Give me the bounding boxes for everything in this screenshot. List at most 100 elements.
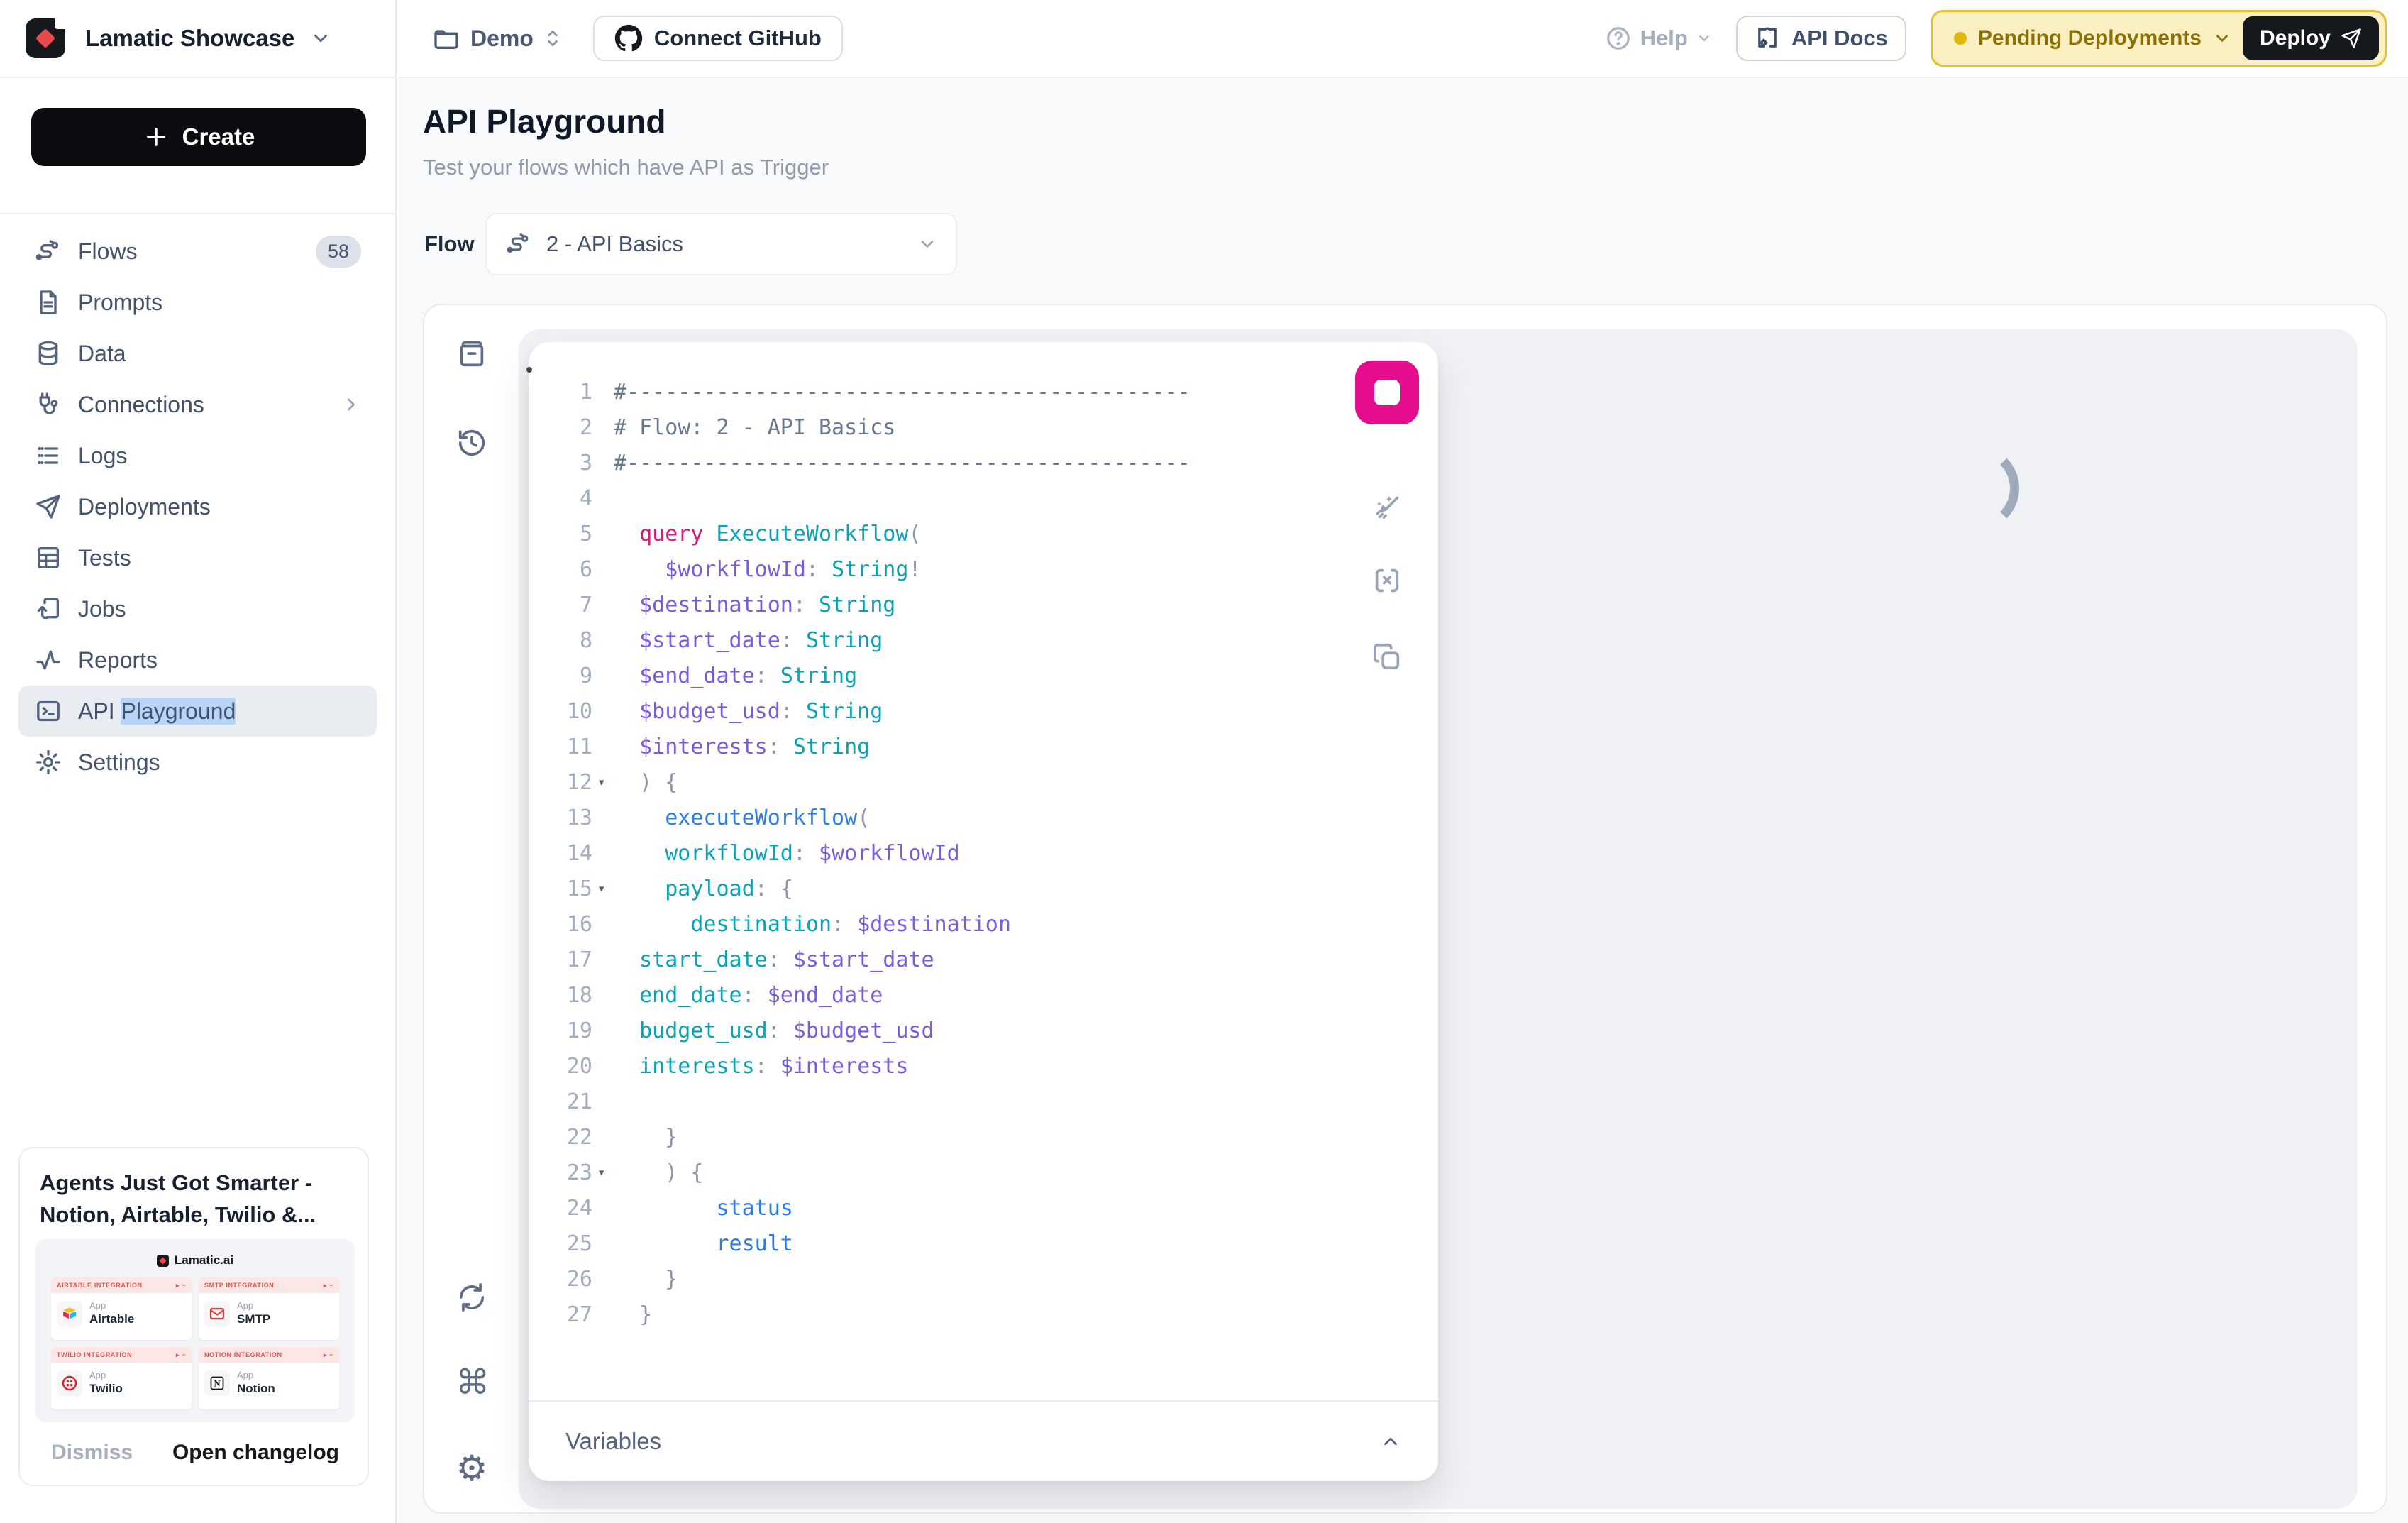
code-line[interactable]: 10 $budget_usd: String [529, 693, 1332, 729]
code-line[interactable]: 17 start_date: $start_date [529, 942, 1332, 977]
code-line[interactable]: 18 end_date: $end_date [529, 977, 1332, 1013]
sidebar-item-connections[interactable]: Connections [18, 379, 377, 430]
promo-card-name: Twilio [89, 1382, 123, 1396]
plug-icon [34, 390, 62, 419]
refresh-icon[interactable] [455, 1281, 488, 1314]
flow-select-value: 2 - API Basics [546, 231, 683, 257]
code-line[interactable]: 5 query ExecuteWorkflow( [529, 516, 1332, 551]
variables-section[interactable]: Variables [529, 1400, 1438, 1481]
code-line[interactable]: 16 destination: $destination [529, 906, 1332, 942]
promo-app-grid: AIRTABLE INTEGRATION▸ − AppAirtable SMTP… [35, 1277, 355, 1409]
sidebar: Create Flows 58 Prompts Data Connections… [0, 78, 397, 1523]
connect-github-button[interactable]: Connect GitHub [593, 16, 843, 61]
code-line[interactable]: 2# Flow: 2 - API Basics [529, 409, 1332, 445]
chevron-down-icon [1696, 31, 1712, 46]
code-line[interactable]: 15▾ payload: { [529, 871, 1332, 906]
workspace-name[interactable]: Lamatic Showcase [85, 25, 294, 52]
code-line[interactable]: 4 [529, 480, 1332, 516]
open-changelog-button[interactable]: Open changelog [172, 1441, 339, 1465]
sidebar-item-prompts[interactable]: Prompts [18, 277, 377, 328]
sidebar-divider [0, 213, 395, 214]
code-line[interactable]: 13 executeWorkflow( [529, 800, 1332, 835]
history-icon[interactable] [455, 427, 488, 459]
chevron-down-icon[interactable] [310, 28, 331, 49]
stop-icon [1374, 380, 1400, 405]
sidebar-item-label: Tests [78, 545, 131, 571]
code-line[interactable]: 11 $interests: String [529, 729, 1332, 764]
sidebar-item-deployments[interactable]: Deployments [18, 481, 377, 532]
dismiss-button[interactable]: Dismiss [51, 1441, 133, 1465]
sidebar-item-label: API [78, 698, 121, 725]
api-docs-button[interactable]: API Docs [1736, 16, 1906, 61]
code-line[interactable]: 24 status [529, 1190, 1332, 1226]
flow-select[interactable]: 2 - API Basics [485, 213, 957, 275]
envelope-icon [204, 1301, 230, 1326]
sidebar-item-label: Jobs [78, 596, 126, 622]
create-button[interactable]: Create [31, 108, 366, 166]
code-line[interactable]: 19 budget_usd: $budget_usd [529, 1013, 1332, 1048]
promo-card-name: SMTP [237, 1312, 270, 1326]
command-shortcuts-icon[interactable]: ⌘ [455, 1365, 488, 1398]
promo-card-name: Notion [237, 1382, 275, 1396]
sidebar-item-label: Deployments [78, 494, 211, 520]
code-line[interactable]: 22 } [529, 1119, 1332, 1155]
fold-marker-icon[interactable]: ▾ [592, 1165, 614, 1180]
flows-icon [34, 237, 62, 265]
gear-icon[interactable]: ⚙ [455, 1451, 488, 1483]
page-subtitle: Test your flows which have API as Trigge… [423, 155, 829, 180]
code-line[interactable]: 26 } [529, 1261, 1332, 1297]
loading-spinner-icon [1934, 446, 2019, 531]
sidebar-item-jobs[interactable]: Jobs [18, 583, 377, 634]
chevron-down-icon [917, 234, 937, 254]
changelog-card: Agents Just Got Smarter - Notion, Airtab… [18, 1147, 369, 1486]
code-line[interactable]: 25 result [529, 1226, 1332, 1261]
chevron-up-icon[interactable] [1380, 1431, 1401, 1452]
send-icon [2341, 28, 2362, 49]
fold-marker-icon[interactable]: ▾ [592, 774, 614, 790]
svg-text:N: N [214, 1378, 220, 1388]
code-line[interactable]: 12▾ ) { [529, 764, 1332, 800]
prompts-icon [34, 288, 62, 317]
sidebar-item-label: Settings [78, 749, 160, 776]
sidebar-item-data[interactable]: Data [18, 328, 377, 379]
stop-execution-button[interactable] [1355, 361, 1419, 424]
merge-query-icon[interactable] [1371, 564, 1403, 597]
sidebar-item-label: Connections [78, 392, 204, 418]
fold-marker-icon[interactable]: ▾ [592, 881, 614, 896]
query-editor[interactable]: 1#--------------------------------------… [529, 342, 1438, 1481]
code-line[interactable]: 6 $workflowId: String! [529, 551, 1332, 587]
code-line[interactable]: 3#--------------------------------------… [529, 445, 1332, 480]
code-line[interactable]: 1#--------------------------------------… [529, 374, 1332, 409]
docs-book-icon[interactable] [455, 338, 488, 370]
code-line[interactable]: 9 $end_date: String [529, 658, 1332, 693]
sidebar-item-reports[interactable]: Reports [18, 634, 377, 686]
sidebar-item-flows[interactable]: Flows 58 [18, 226, 377, 277]
promo-card-header: NOTION INTEGRATION [204, 1351, 282, 1358]
help-label: Help [1640, 26, 1688, 51]
code-line[interactable]: 14 workflowId: $workflowId [529, 835, 1332, 871]
connect-github-label: Connect GitHub [654, 26, 822, 51]
code-line[interactable]: 7 $destination: String [529, 587, 1332, 622]
sidebar-item-api-playground[interactable]: API Playground [18, 686, 377, 737]
sidebar-item-tests[interactable]: Tests [18, 532, 377, 583]
copy-icon[interactable] [1371, 641, 1403, 673]
sidebar-item-label: Prompts [78, 290, 162, 316]
drag-handle[interactable] [526, 367, 532, 373]
pending-dot-icon [1954, 32, 1967, 45]
sidebar-item-settings[interactable]: Settings [18, 737, 377, 788]
code-line[interactable]: 23▾ ) { [529, 1155, 1332, 1190]
chevron-down-icon[interactable] [2213, 29, 2231, 48]
code-lines[interactable]: 1#--------------------------------------… [529, 374, 1332, 1332]
help-circle-icon [1605, 25, 1632, 52]
code-line[interactable]: 20 interests: $interests [529, 1048, 1332, 1084]
project-selector[interactable]: Demo [432, 24, 562, 53]
sidebar-item-logs[interactable]: Logs [18, 430, 377, 481]
pending-deployments-label[interactable]: Pending Deployments [1978, 26, 2202, 50]
code-line[interactable]: 8 $start_date: String [529, 622, 1332, 658]
code-line[interactable]: 21 [529, 1084, 1332, 1119]
help-menu[interactable]: Help [1605, 25, 1712, 52]
prettify-icon[interactable] [1371, 490, 1403, 523]
code-line[interactable]: 27 } [529, 1297, 1332, 1332]
logs-icon [34, 441, 62, 470]
deploy-button[interactable]: Deploy [2243, 16, 2379, 60]
